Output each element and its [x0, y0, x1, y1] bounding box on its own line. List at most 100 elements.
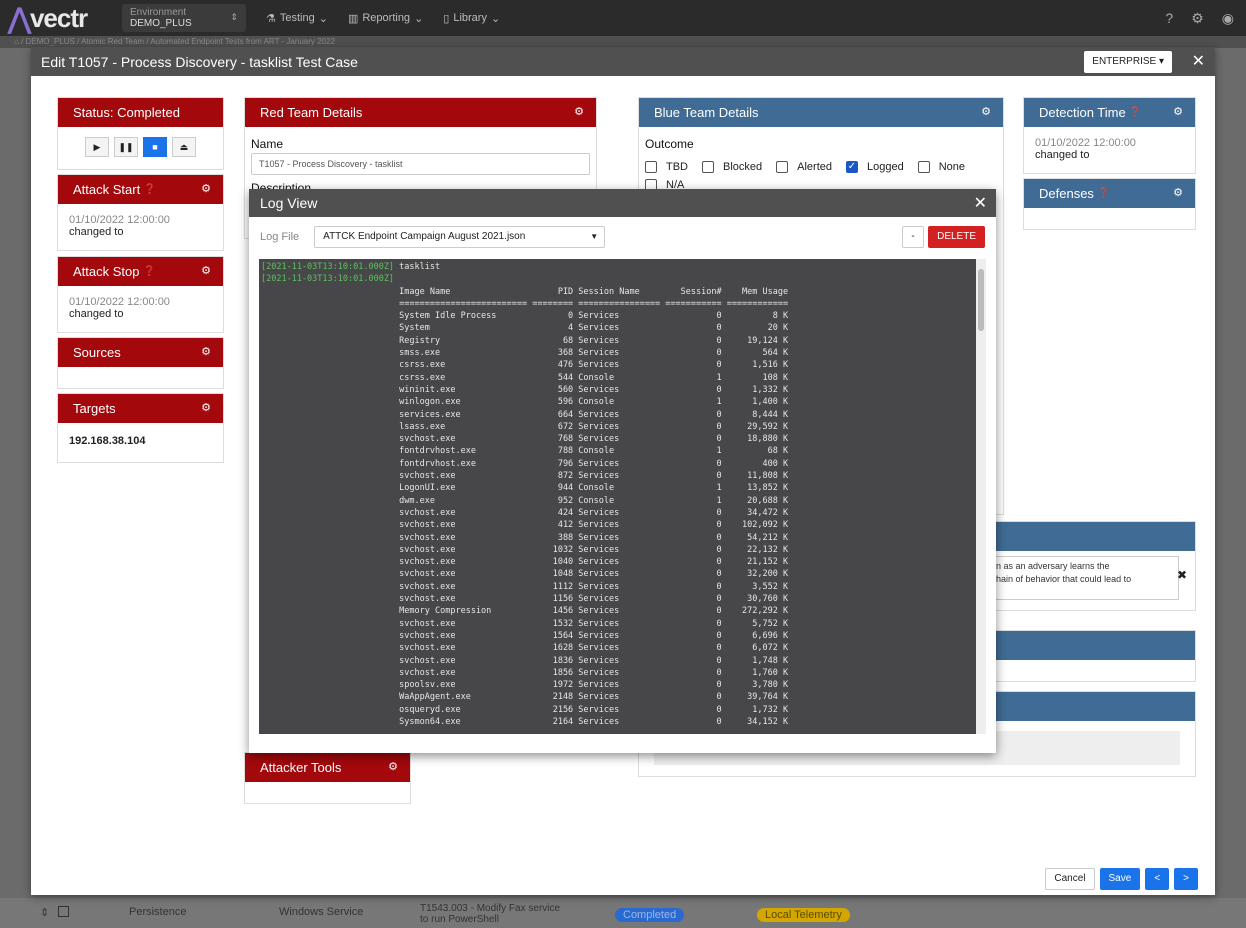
next-button[interactable]: > [1174, 868, 1198, 890]
test-case-name[interactable]: T1543.003 - Modify Fax service to run Po… [420, 903, 570, 925]
log-timestamp [261, 336, 394, 346]
log-text: System 4 Services 0 20 K [394, 323, 789, 334]
log-timestamp [261, 656, 394, 666]
log-text: WaAppAgent.exe 2148 Services 0 39,764 K [394, 692, 789, 703]
user-icon[interactable]: ◉ [1222, 10, 1234, 27]
phase-cell: Persistence [129, 906, 187, 918]
status-badge: Completed [615, 908, 685, 922]
outcome-blocked-checkbox[interactable]: Blocked [702, 161, 762, 174]
cogs-icon[interactable]: ⚙ [1173, 105, 1183, 118]
stop-icon[interactable]: ■ [143, 137, 167, 157]
nav-reporting[interactable]: ▥ Reporting ⌄ [348, 12, 423, 25]
log-line: svchost.exe 1836 Services 0 1,748 K [261, 655, 974, 667]
log-line: services.exe 664 Services 0 8,444 K [261, 409, 974, 421]
log-text: spoolsv.exe 1972 Services 0 3,780 K [394, 680, 789, 691]
cogs-icon[interactable]: ⚙ [201, 264, 211, 277]
log-timestamp [261, 287, 394, 297]
log-timestamp [261, 311, 394, 321]
pause-icon[interactable]: ❚❚ [114, 137, 138, 157]
collapse-button[interactable]: - [902, 226, 925, 248]
breadcrumb-item[interactable]: DEMO_PLUS [26, 37, 75, 46]
outcome-alerted-checkbox[interactable]: Alerted [776, 161, 832, 174]
log-text: System Idle Process 0 Services 0 8 K [394, 311, 789, 322]
save-button[interactable]: Save [1099, 868, 1141, 890]
log-timestamp [261, 520, 394, 530]
breadcrumb-item[interactable]: Automated Endpoint Tests from ART - Janu… [150, 37, 335, 46]
cancel-button[interactable]: Cancel [1045, 868, 1095, 890]
log-text: svchost.exe 1856 Services 0 1,760 K [394, 667, 789, 678]
log-line: Registry 68 Services 0 19,124 K [261, 335, 974, 347]
gear-icon[interactable]: ⚙ [1191, 10, 1204, 27]
vectr-logo[interactable]: ⋀ vectr [8, 2, 122, 35]
log-line: csrss.exe 544 Console 1 108 K [261, 372, 974, 384]
modal-title: Edit T1057 - Process Discovery - tasklis… [41, 53, 358, 70]
help-icon[interactable]: ❓ [1098, 188, 1110, 199]
project-selector[interactable]: Environment DEMO_PLUS ⇕ [122, 4, 246, 32]
help-icon[interactable]: ? [1165, 10, 1173, 27]
log-timestamp [261, 422, 394, 432]
enterprise-dropdown[interactable]: ENTERPRISE ▾ [1084, 51, 1172, 73]
book-icon: ▯ [443, 12, 450, 25]
technique-cell: Windows Service [279, 906, 364, 918]
log-line: spoolsv.exe 1972 Services 0 3,780 K [261, 679, 974, 691]
outcome-logged-checkbox[interactable]: ✓ Logged [846, 161, 904, 174]
cogs-icon[interactable]: ⚙ [388, 760, 398, 773]
log-line: dwm.exe 952 Console 1 20,688 K [261, 495, 974, 507]
previous-button[interactable]: < [1145, 868, 1170, 890]
log-timestamp [261, 668, 394, 678]
help-icon[interactable]: ❓ [144, 184, 156, 195]
name-input[interactable]: T1057 - Process Discovery - tasklist [251, 153, 590, 175]
cogs-icon[interactable]: ⚙ [201, 401, 211, 414]
nav-library[interactable]: ▯ Library ⌄ [443, 12, 500, 25]
help-icon[interactable]: ❓ [1129, 107, 1141, 118]
log-line: fontdrvhost.exe 788 Console 1 68 K [261, 445, 974, 457]
defenses-panel: Defenses ❓ ⚙ [1023, 178, 1196, 230]
log-timestamp [261, 434, 394, 444]
log-timestamp [261, 569, 394, 579]
play-icon[interactable]: ▶ [85, 137, 109, 157]
close-icon[interactable]: ✕ [1192, 51, 1205, 71]
cogs-icon[interactable]: ⚙ [574, 105, 584, 118]
remove-icon[interactable]: ✖ [1177, 568, 1187, 582]
home-icon[interactable]: ⌂ [14, 37, 19, 46]
log-text: wininit.exe 560 Services 0 1,332 K [394, 384, 789, 395]
description-textarea[interactable]: n as an adversary learns the hain of beha… [989, 556, 1179, 600]
log-timestamp [261, 508, 394, 518]
row-checkbox[interactable] [58, 906, 69, 917]
close-icon[interactable]: ✕ [974, 193, 987, 213]
help-icon[interactable]: ❓ [143, 266, 155, 277]
log-timestamp [261, 680, 394, 690]
log-text: fontdrvhost.exe 796 Services 0 400 K [394, 458, 789, 469]
attack-stop-panel: Attack Stop ❓ ⚙ 01/10/2022 12:00:00 change… [57, 256, 224, 333]
log-text: svchost.exe 768 Services 0 18,880 K [394, 434, 789, 445]
log-output[interactable]: [2021-11-03T13:10:01.000Z] tasklist [2021… [259, 259, 986, 734]
log-line: svchost.exe 1032 Services 0 22,132 K [261, 544, 974, 556]
delete-button[interactable]: DELETE [928, 226, 985, 248]
log-line: svchost.exe 1156 Services 0 30,760 K [261, 593, 974, 605]
outcome-none-checkbox[interactable]: None [917, 161, 965, 174]
attack-start-date: 01/10/2022 12:00:00 [69, 214, 170, 226]
cogs-icon[interactable]: ⚙ [201, 345, 211, 358]
cogs-icon[interactable]: ⚙ [1173, 186, 1183, 199]
cogs-icon[interactable]: ⚙ [201, 182, 211, 195]
log-timestamp [261, 533, 394, 543]
log-line: fontdrvhost.exe 796 Services 0 400 K [261, 458, 974, 470]
log-text: svchost.exe 424 Services 0 34,472 K [394, 507, 789, 518]
log-file-select[interactable]: ATTCK Endpoint Campaign August 2021.json… [314, 226, 606, 248]
log-text: svchost.exe 1032 Services 0 22,132 K [394, 544, 789, 555]
table-row[interactable]: ⇕ Persistence Windows Service T1543.003 … [0, 898, 1246, 928]
log-text: LogonUI.exe 944 Console 1 13,852 K [394, 483, 789, 494]
scrollbar[interactable] [976, 259, 986, 734]
cogs-icon[interactable]: ⚙ [981, 105, 991, 118]
log-line: WaAppAgent.exe 2148 Services 0 39,764 K [261, 691, 974, 703]
nav-testing[interactable]: ⚗ Testing ⌄ [266, 12, 328, 25]
attack-start-panel: Attack Start ❓ ⚙ 01/10/2022 12:00:00 chang… [57, 174, 224, 251]
log-timestamp [261, 348, 394, 358]
outcome-tbd-checkbox[interactable]: TBD [645, 161, 688, 174]
log-line: svchost.exe 1628 Services 0 6,072 K [261, 642, 974, 654]
status-panel: Status: Completed ▶ ❚❚ ■ ⏏ [57, 97, 224, 170]
eject-icon[interactable]: ⏏ [172, 137, 196, 157]
detection-time-panel: Detection Time ❓ ⚙ 01/10/2022 12:00:00 cha… [1023, 97, 1196, 174]
breadcrumb-item[interactable]: Atomic Red Team [81, 37, 144, 46]
log-file-label: Log File [260, 231, 300, 243]
